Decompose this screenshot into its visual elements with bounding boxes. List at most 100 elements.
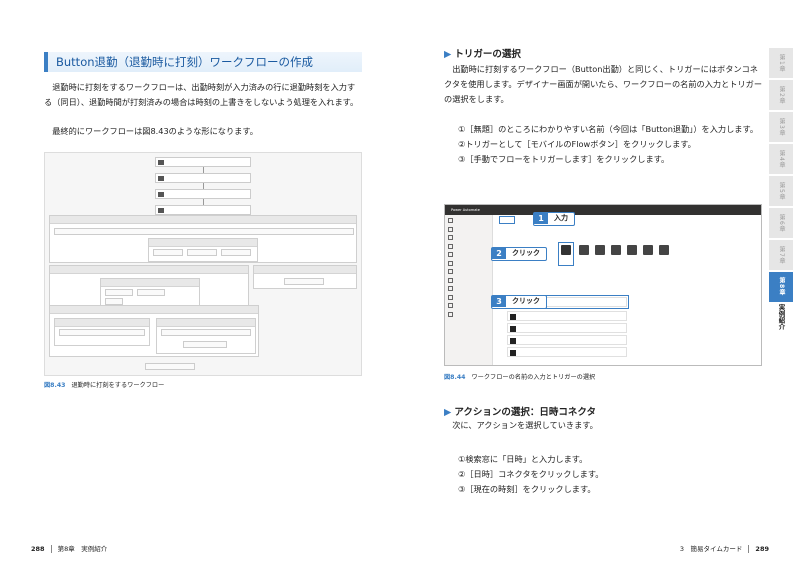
figure-number: 図8.44 [444,374,466,381]
nav-item [445,300,492,309]
workflow-step [155,205,251,215]
field [105,298,123,305]
connector-tile[interactable] [659,245,669,255]
chapter-tab: 第3章 [769,112,793,142]
highlight-box [558,242,574,266]
page-number: 288 [31,545,45,553]
step-item: ②トリガーとして［モバイルのFlowボタン］をクリックします。 [458,139,696,149]
connector-tile[interactable] [579,245,589,255]
field [153,249,183,256]
nav-item [445,275,492,284]
inner-block [54,318,150,346]
app-titlebar: Power Automate [445,205,761,215]
inner-block [156,318,256,354]
workflow-step [155,189,251,199]
nav-item [445,266,492,275]
left-page: Button退勤（退勤時に打刻）ワークフローの作成 退勤時に打刻をするワークフロ… [0,0,400,567]
page-footer: 288 第8章 実例紹介 [31,543,107,553]
connector-tile[interactable] [643,245,653,255]
nav-item [445,309,492,318]
add-action [183,341,227,348]
body-paragraph: 最終的にワークフローは図8.43のような形になります。 [52,126,258,136]
nav-item [445,258,492,267]
page-footer: 3 簡易タイムカード 289 [680,543,769,553]
connector-tile[interactable] [611,245,621,255]
power-automate-screenshot: Power Automate 1 入力 2 クリック 3 クリック [444,204,762,366]
trigger-row[interactable] [507,347,627,357]
body-paragraph: 出勤時に打刻するワークフロー（Button出勤）と同じく、トリガーにはボタンコネ… [444,64,763,104]
block-header [254,266,356,274]
nav-item [445,224,492,233]
step-item: ③［手動でフローをトリガーします］をクリックします。 [458,154,670,164]
footer-separator [748,545,750,553]
chapter-label: 実例紹介 [777,304,785,330]
triangle-bullet-icon: ▶ [444,407,452,418]
block-header [101,279,199,287]
chapter-tab: 第7章 [769,240,793,270]
workflow-figure [44,152,362,376]
step-item: ②［日時］コネクタをクリックします。 [458,469,604,479]
nav-item [445,215,492,224]
flow-name-field[interactable] [499,216,515,224]
subheading-trigger: ▶ トリガーの選択 [444,49,521,60]
block-header [149,239,257,247]
block-header [50,266,248,274]
triangle-bullet-icon: ▶ [444,49,452,60]
trigger-row[interactable] [507,335,627,345]
chapter-tab: 第1章 [769,48,793,78]
callout-2: 2 クリック [491,247,547,261]
callout-1: 1 入力 [533,212,575,226]
step-item: ①［無題］のところにわかりやすい名前（今回は「Button退勤」）を入力します。 [458,124,759,134]
connector-tile[interactable] [627,245,637,255]
nav-item [445,283,492,292]
branch-block [49,305,259,357]
chapter-tab: 第4章 [769,144,793,174]
step-item: ①検索窓に「日時」と入力します。 [458,454,588,464]
footer-chapter: 第8章 実例紹介 [57,545,108,553]
add-action [284,278,324,285]
inner-block [148,238,258,262]
body-paragraph: 退勤時に打刻をするワークフローは、出勤時刻が入力済みの行に退勤時刻を入力する（同… [44,82,359,107]
connector-tile[interactable] [595,245,605,255]
page-number: 289 [755,545,769,553]
footer-section: 3 簡易タイムカード [679,545,743,553]
workflow-step [155,157,251,167]
chapter-tab: 第5章 [769,176,793,206]
trigger-row[interactable] [507,323,627,333]
chapter-tab-active: 第8章 [769,272,793,302]
field [187,249,217,256]
figure-caption-text: ワークフローの名前の入力とトリガーの選択 [471,374,596,381]
branch-block [49,265,249,307]
field [221,249,251,256]
trigger-row[interactable] [507,311,627,321]
condition-row [54,228,354,235]
figure-caption: 図8.43 退勤時に打刻をするワークフロー [44,380,164,389]
step-list: ①検索窓に「日時」と入力します。 ②［日時］コネクタをクリックします。 ③［現在… [458,452,764,497]
callout-3: 3 クリック [491,295,547,309]
figure-caption-text: 退勤時に打刻をするワークフロー [71,382,165,389]
block-header [50,306,258,314]
chapter-index-tabs: 第1章 第2章 第3章 第4章 第5章 第6章 第7章 第8章 実例紹介 [769,48,793,330]
chapter-tab: 第2章 [769,80,793,110]
nav-item [445,292,492,301]
nav-item [445,232,492,241]
field [59,329,145,336]
figure-caption: 図8.44 ワークフローの名前の入力とトリガーの選択 [444,372,595,381]
workflow-step [155,173,251,183]
field [105,289,133,296]
nav-item [445,241,492,250]
subheading-action: ▶ アクションの選択：日時コネクタ [444,407,596,418]
block-header [50,216,356,224]
condition-block [49,215,357,263]
chapter-tab: 第6章 [769,208,793,238]
section-title: Button退勤（退勤時に打刻）ワークフローの作成 [44,52,362,72]
field [161,329,251,336]
field [137,289,165,296]
step-item: ③［現在の時刻］をクリックします。 [458,484,596,494]
figure-number: 図8.43 [44,382,66,389]
inner-block [100,278,200,306]
add-action [145,363,195,370]
footer-separator [50,545,52,553]
nav-sidebar [445,215,493,365]
block-header [55,319,149,327]
